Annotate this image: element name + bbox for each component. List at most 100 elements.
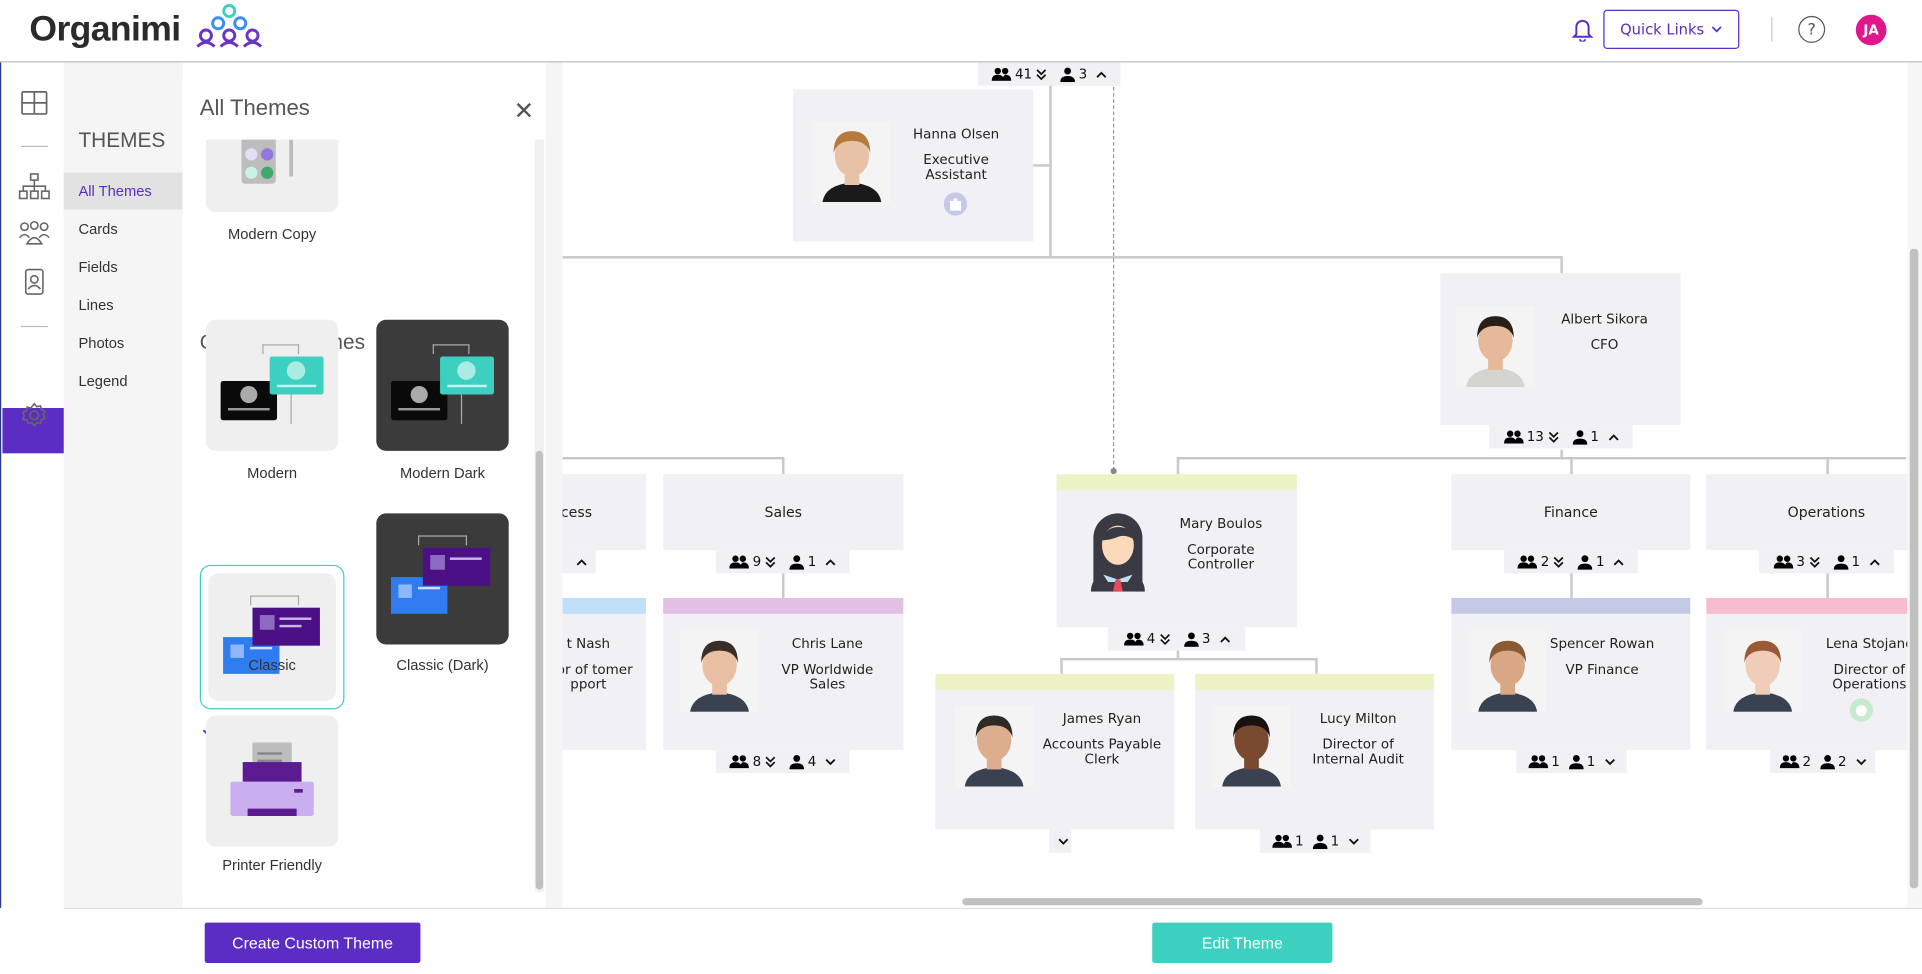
logo[interactable]: Organimi (29, 10, 181, 50)
people-icon[interactable] (18, 217, 50, 249)
node-counter: 31 (1758, 550, 1894, 574)
edit-theme-button[interactable]: Edit Theme (1152, 922, 1333, 964)
double-chevron-down-icon[interactable] (1036, 68, 1047, 80)
connector-line (562, 256, 1562, 258)
team-count-icon (729, 555, 749, 569)
gear-icon[interactable] (18, 399, 50, 431)
org-card[interactable]: cess (562, 474, 646, 551)
org-chart-icon[interactable] (18, 170, 50, 202)
double-chevron-down-icon[interactable] (765, 755, 776, 767)
nav-item-legend[interactable]: Legend (64, 363, 183, 400)
node-counter: 22 (1770, 749, 1876, 774)
themes-nav: THEMES All Themes Cards Fields Lines Pho… (63, 62, 183, 908)
connector-line (1176, 649, 1179, 658)
profile-photo[interactable] (1212, 705, 1291, 787)
org-card[interactable]: Albert Sikora CFO (1440, 273, 1681, 426)
connector-line (1176, 456, 1907, 459)
org-card[interactable]: Lena Stojanc Director of Operations (1706, 597, 1911, 750)
org-card[interactable]: Sales (663, 474, 904, 551)
org-card[interactable]: t Nash ctor of tomer pport (562, 597, 646, 750)
chevron-down-icon[interactable] (1057, 837, 1068, 845)
chevron-up-icon[interactable] (825, 558, 836, 565)
org-chart-canvas[interactable]: 41 3 Hanna Olsen Executive Assistant Albert … (562, 62, 1911, 908)
org-card[interactable]: Spencer Rowan VP Finance (1451, 597, 1691, 750)
chevron-down-icon[interactable] (1348, 837, 1359, 845)
notifications-bell-icon[interactable] (1571, 17, 1594, 46)
direct-reports-icon (1568, 754, 1584, 769)
node-counter: 13 1 (1489, 425, 1633, 449)
chevron-down-icon[interactable] (825, 758, 836, 765)
theme-modern[interactable] (205, 319, 339, 451)
theme-printer-friendly[interactable] (205, 715, 339, 847)
directory-icon[interactable] (18, 266, 50, 298)
direct-reports-count: 1 (807, 553, 817, 570)
create-custom-theme-button[interactable]: Create Custom Theme (204, 922, 421, 964)
nav-item-photos[interactable]: Photos (64, 325, 183, 362)
team-count: 4 (1146, 630, 1156, 647)
org-card[interactable]: Lucy Milton Director of Internal Audit (1195, 673, 1435, 830)
double-chevron-down-icon[interactable] (1548, 431, 1559, 443)
chevron-up-icon[interactable] (576, 558, 587, 565)
horizontal-scrollbar-thumb[interactable] (962, 898, 1703, 906)
double-chevron-down-icon[interactable] (1809, 556, 1820, 568)
team-count-icon (1123, 632, 1144, 646)
chevron-up-icon[interactable] (1613, 558, 1624, 565)
user-avatar[interactable]: JA (1855, 14, 1887, 46)
chevron-down-icon[interactable] (1855, 758, 1866, 765)
close-icon[interactable]: ✕ (514, 96, 535, 125)
org-card[interactable]: Mary Boulos Corporate Controller (1056, 474, 1297, 628)
direct-reports-icon (1577, 554, 1593, 570)
node-counter: 84 (715, 749, 850, 774)
double-chevron-down-icon[interactable] (1553, 556, 1564, 568)
quick-links-label: Quick Links (1620, 20, 1705, 38)
card-color-bar (1706, 597, 1911, 614)
quick-links-button[interactable]: Quick Links (1603, 9, 1740, 50)
double-chevron-down-icon[interactable] (765, 556, 776, 568)
profile-photo[interactable] (954, 705, 1034, 787)
theme-modern-dark[interactable] (376, 319, 509, 451)
direct-reports-count: 3 (1078, 66, 1088, 83)
org-card[interactable]: Hanna Olsen Executive Assistant (793, 89, 1034, 242)
grid-icon[interactable] (18, 87, 50, 119)
vertical-scrollbar-thumb[interactable] (1909, 248, 1919, 889)
direct-reports-count: 1 (1851, 553, 1861, 570)
double-chevron-down-icon[interactable] (1159, 633, 1170, 645)
nav-item-cards[interactable]: Cards (64, 211, 183, 248)
direct-reports-count: 1 (1586, 753, 1596, 770)
divider (20, 325, 48, 328)
node-counter: 41 3 (978, 62, 1121, 86)
chevron-up-icon[interactable] (1869, 558, 1880, 565)
theme-classic-dark[interactable] (376, 513, 509, 645)
node-counter: 21 (1504, 550, 1638, 574)
theme-modern-copy[interactable] (205, 139, 339, 212)
chevron-up-icon[interactable] (1219, 635, 1230, 643)
connector-line (1826, 573, 1829, 598)
connector-line (1049, 80, 1052, 257)
team-count-icon (1503, 430, 1524, 444)
palette-icon[interactable] (18, 352, 50, 384)
nav-item-lines[interactable]: Lines (64, 287, 183, 324)
chevron-down-icon[interactable] (1604, 758, 1615, 765)
department-name: Finance (1543, 503, 1598, 521)
chevron-up-icon[interactable] (1096, 70, 1107, 78)
nav-item-all-themes[interactable]: All Themes (63, 172, 183, 210)
profile-photo[interactable] (812, 121, 892, 203)
org-card[interactable]: Chris Lane VP Worldwide Sales (663, 597, 904, 750)
profile-photo[interactable] (680, 630, 759, 712)
person-name: Mary Boulos (1179, 515, 1263, 532)
card-color-bar (562, 597, 646, 614)
help-icon[interactable]: ? (1798, 15, 1826, 43)
node-counter: 43 (1108, 627, 1246, 651)
panel-scrollbar-thumb[interactable] (535, 450, 544, 890)
org-card[interactable]: Finance (1451, 474, 1691, 551)
nav-item-fields[interactable]: Fields (64, 249, 183, 286)
chevron-up-icon[interactable] (1608, 433, 1619, 440)
org-card[interactable]: James Ryan Accounts Payable Clerk (935, 673, 1175, 830)
org-card[interactable]: Operations (1706, 474, 1911, 551)
team-count: 13 (1526, 428, 1544, 445)
theme-classic[interactable] (208, 573, 336, 701)
profile-photo[interactable] (1456, 306, 1535, 388)
profile-photo[interactable] (1723, 630, 1802, 712)
profile-photo[interactable] (1079, 511, 1157, 592)
direct-reports-icon (789, 754, 805, 769)
